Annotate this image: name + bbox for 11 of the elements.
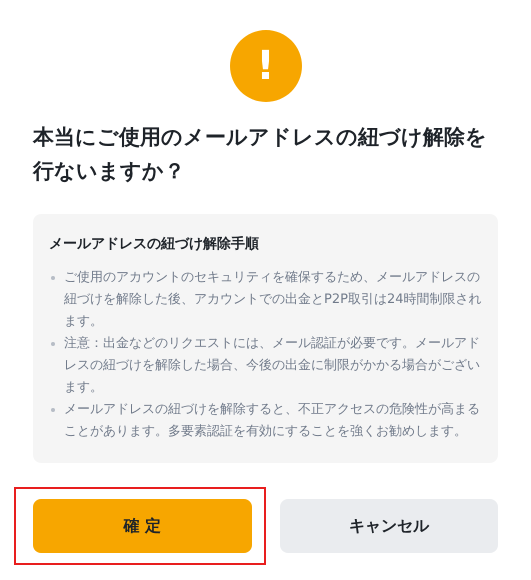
bullet-icon — [51, 342, 55, 346]
cancel-button[interactable]: キャンセル — [280, 499, 498, 553]
notice-text: メールアドレスの紐づけを解除すると、不正アクセスの危険性が高まることがあります。多要素認証を有効にすることを強くお勧めします。 — [64, 401, 481, 441]
bullet-icon — [51, 408, 55, 412]
notice-heading: メールアドレスの紐づけ解除手順 — [49, 235, 260, 254]
warning-icon: ! — [230, 30, 302, 102]
notice-text: ご使用のアカウントのセキュリティを確保するため、メールアドレスの紐づけを解除した後、アカウントでの出金とP2P取引は24時間制限されます。 — [64, 269, 482, 331]
notice-text: 注意：出金などのリクエストには、メール認証が必要です。メールアドレスの紐づけを解除した場合、今後の出金に制限がかかる場合がございます。 — [64, 335, 481, 397]
confirm-button[interactable]: 確 定 — [33, 499, 252, 553]
dialog-title: 本当にご使用のメールアドレスの紐づけ解除を行ないますか？ — [33, 124, 488, 185]
bullet-icon — [51, 276, 55, 280]
